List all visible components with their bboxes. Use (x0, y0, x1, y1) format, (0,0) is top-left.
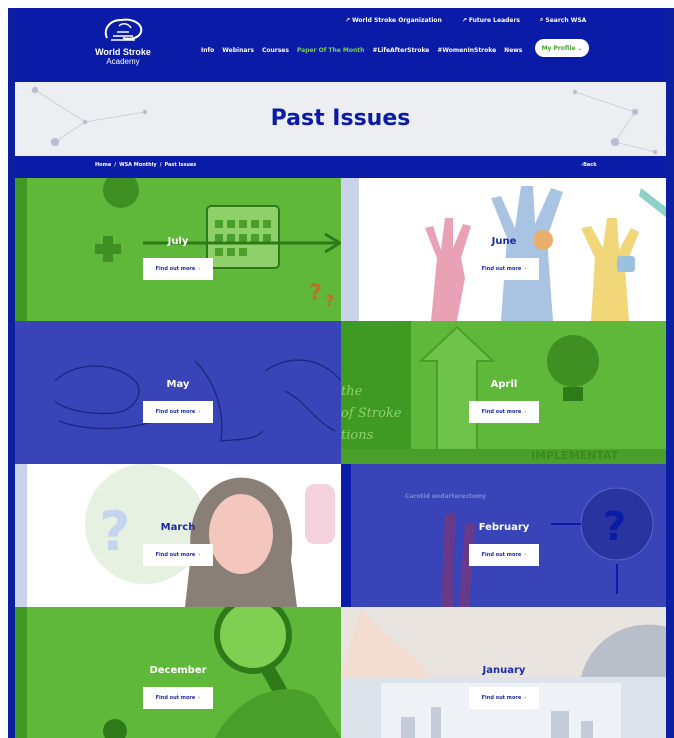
issue-tile-january[interactable]: January Find out more › (341, 607, 666, 738)
nav-item-life-after-stroke[interactable]: #LifeAfterStroke (372, 47, 429, 54)
tile-month-label: February (478, 522, 530, 533)
issue-tile-march[interactable]: ? March Find out more › (15, 464, 341, 607)
chevron-right-icon: › (524, 266, 527, 272)
issue-tile-july[interactable]: ? ? July Find out more › (15, 178, 341, 321)
nav-item-courses[interactable]: Courses (262, 47, 289, 54)
link-world-stroke-organization[interactable]: ↗ World Stroke Organization (345, 14, 442, 26)
find-out-more-button[interactable]: Find out more › (143, 687, 213, 709)
svg-text:?: ? (325, 291, 334, 310)
main-nav: Info Webinars Courses Paper Of The Month… (201, 44, 522, 56)
search-icon: ⌕ (540, 16, 544, 23)
limbs-sketch-illustration (54, 359, 341, 442)
issue-tile-december[interactable]: December Find out more › (15, 607, 341, 738)
chevron-right-icon: › (524, 552, 527, 558)
top-utility-links: ↗ World Stroke Organization ↗ Future Leade… (345, 14, 586, 26)
tile-month-label: July (167, 236, 189, 247)
tile-month-label: April (490, 379, 518, 390)
find-out-more-button[interactable]: Find out more › (469, 258, 539, 280)
svg-text:IMPLEMENTAT: IMPLEMENTAT (531, 449, 619, 462)
chevron-right-icon: › (198, 695, 201, 701)
tile-month-label: May (166, 379, 190, 390)
nav-item-paper-of-the-month[interactable]: Paper Of The Month (297, 47, 365, 54)
tile-month-label: December (149, 665, 207, 676)
page-title: Past Issues (270, 106, 411, 131)
calendar-illustration: ? ? (15, 178, 341, 321)
chevron-right-icon: › (198, 266, 201, 272)
external-link-icon: ↗ (461, 16, 467, 24)
nav-item-women-in-stroke[interactable]: #WomenInStroke (437, 47, 496, 54)
issues-grid: ? ? July Find out more › June Find out mo… (15, 178, 666, 738)
find-out-more-button[interactable]: Find out more › (469, 401, 539, 423)
issue-tile-may[interactable]: May Find out more › (15, 321, 341, 464)
chevron-right-icon: › (198, 552, 201, 558)
nav-item-webinars[interactable]: Webinars (222, 47, 254, 54)
nav-item-news[interactable]: News (504, 47, 522, 54)
back-link[interactable]: ‹Back (581, 162, 597, 168)
issue-tile-april[interactable]: the of Stroke tions IMPLEMENTAT April Fi… (341, 321, 666, 464)
nav-item-info[interactable]: Info (201, 47, 214, 54)
logo-text-line2: Academy (106, 57, 140, 66)
svg-text:of Stroke: of Stroke (341, 406, 402, 421)
breadcrumb-wsa-monthly[interactable]: WSA Monthly (119, 162, 157, 168)
issue-tile-june[interactable]: June Find out more › (341, 178, 666, 321)
site-header: World Stroke Academy ↗ World Stroke Organ… (15, 8, 666, 82)
my-profile-button[interactable]: My Profile ⌄ (535, 39, 589, 57)
tile-month-label: March (160, 522, 196, 533)
issue-tile-february[interactable]: Carotid endarterectomy ? February Find o… (341, 464, 666, 607)
find-out-more-button[interactable]: Find out more › (143, 401, 213, 423)
carotid-illustration: Carotid endarterectomy ? (341, 464, 654, 607)
link-search[interactable]: ⌕ Search WSA (540, 14, 586, 26)
chevron-right-icon: › (524, 409, 527, 415)
external-link-icon: ↗ (345, 16, 351, 24)
find-out-more-button[interactable]: Find out more › (469, 544, 539, 566)
svg-text:Carotid endarterectomy: Carotid endarterectomy (405, 493, 486, 500)
find-out-more-button[interactable]: Find out more › (469, 687, 539, 709)
chevron-right-icon: › (198, 409, 201, 415)
hero-banner: Past Issues (15, 82, 666, 156)
breadcrumb-current: Past Issues (164, 162, 197, 168)
site-logo[interactable]: World Stroke Academy (83, 16, 163, 76)
tile-month-label: June (491, 236, 517, 247)
headache-illustration: ? (15, 464, 335, 607)
breadcrumb-bar: Home / WSA Monthly / Past Issues ‹Back (15, 156, 666, 178)
svg-text:tions: tions (341, 428, 374, 443)
tile-month-label: January (482, 665, 526, 676)
svg-text:?: ? (309, 281, 322, 306)
find-out-more-button[interactable]: Find out more › (143, 544, 213, 566)
find-out-more-button[interactable]: Find out more › (143, 258, 213, 280)
logo-text-line1: World Stroke (95, 47, 151, 57)
hands-illustration (341, 178, 666, 321)
chevron-down-icon: ⌄ (577, 44, 583, 52)
page: World Stroke Academy ↗ World Stroke Organ… (15, 8, 666, 738)
brain-logo-icon (104, 18, 143, 41)
guidelines-illustration: the of Stroke tions IMPLEMENTAT (341, 321, 666, 464)
link-future-leaders[interactable]: ↗ Future Leaders (462, 14, 520, 26)
breadcrumb-home[interactable]: Home (95, 162, 111, 168)
chevron-right-icon: › (524, 695, 527, 701)
browser-frame: World Stroke Academy ↗ World Stroke Organ… (8, 8, 674, 738)
breadcrumb: Home / WSA Monthly / Past Issues (95, 162, 197, 168)
